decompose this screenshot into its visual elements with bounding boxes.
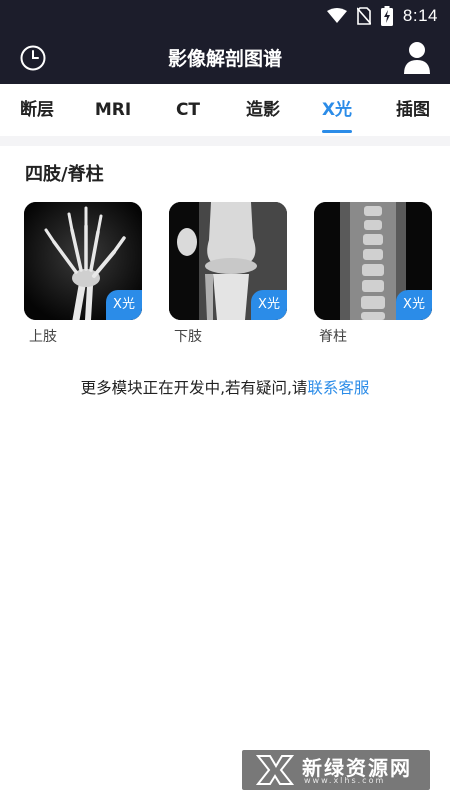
watermark: 新绿资源网 www.xlhs.com: [242, 750, 430, 790]
xray-badge: X光: [251, 290, 287, 320]
tab-mri[interactable]: MRI: [88, 84, 138, 136]
status-bar: 8:14: [0, 0, 450, 32]
card-label: 脊柱: [319, 329, 347, 345]
no-sim-icon: [356, 7, 371, 25]
card-label: 上肢: [29, 329, 57, 345]
divider-band: [0, 136, 450, 146]
tab-duanceng[interactable]: 断层: [12, 84, 62, 136]
card-lower-limb[interactable]: X光 下肢: [169, 202, 287, 346]
active-tab-indicator: [322, 130, 352, 133]
notice-text: 更多模块正在开发中,若有疑问,请: [80, 379, 308, 397]
tab-ct[interactable]: CT: [163, 84, 213, 136]
wifi-icon: [326, 8, 347, 23]
user-profile-icon: [404, 42, 430, 74]
section-title: 四肢/脊柱: [25, 164, 104, 185]
page-title: 影像解剖图谱: [167, 48, 282, 70]
watermark-logo-icon: [256, 755, 294, 785]
app-bar: 影像解剖图谱: [0, 32, 450, 84]
card-spine[interactable]: X光 脊柱: [314, 202, 432, 346]
development-notice: 更多模块正在开发中,若有疑问,请联系客服: [0, 376, 450, 398]
tab-xray[interactable]: X光: [312, 84, 362, 136]
battery-charging-icon: [380, 6, 393, 26]
xray-badge: X光: [106, 290, 142, 320]
spine-xray-thumbnail: X光: [314, 202, 432, 320]
watermark-url: www.xlhs.com: [304, 776, 386, 785]
lower-limb-xray-thumbnail: X光: [169, 202, 287, 320]
tab-chatu[interactable]: 插图: [388, 84, 438, 136]
user-profile-button[interactable]: [402, 41, 432, 75]
tab-zaoying[interactable]: 造影: [238, 84, 288, 136]
card-upper-limb[interactable]: X光 上肢: [24, 202, 142, 346]
status-time: 8:14: [402, 6, 438, 25]
xray-badge: X光: [396, 290, 432, 320]
upper-limb-xray-thumbnail: X光: [24, 202, 142, 320]
card-label: 下肢: [174, 329, 202, 345]
contact-support-link[interactable]: 联系客服: [307, 379, 369, 397]
category-tabs: 断层 MRI CT 造影 X光 插图: [0, 84, 450, 137]
